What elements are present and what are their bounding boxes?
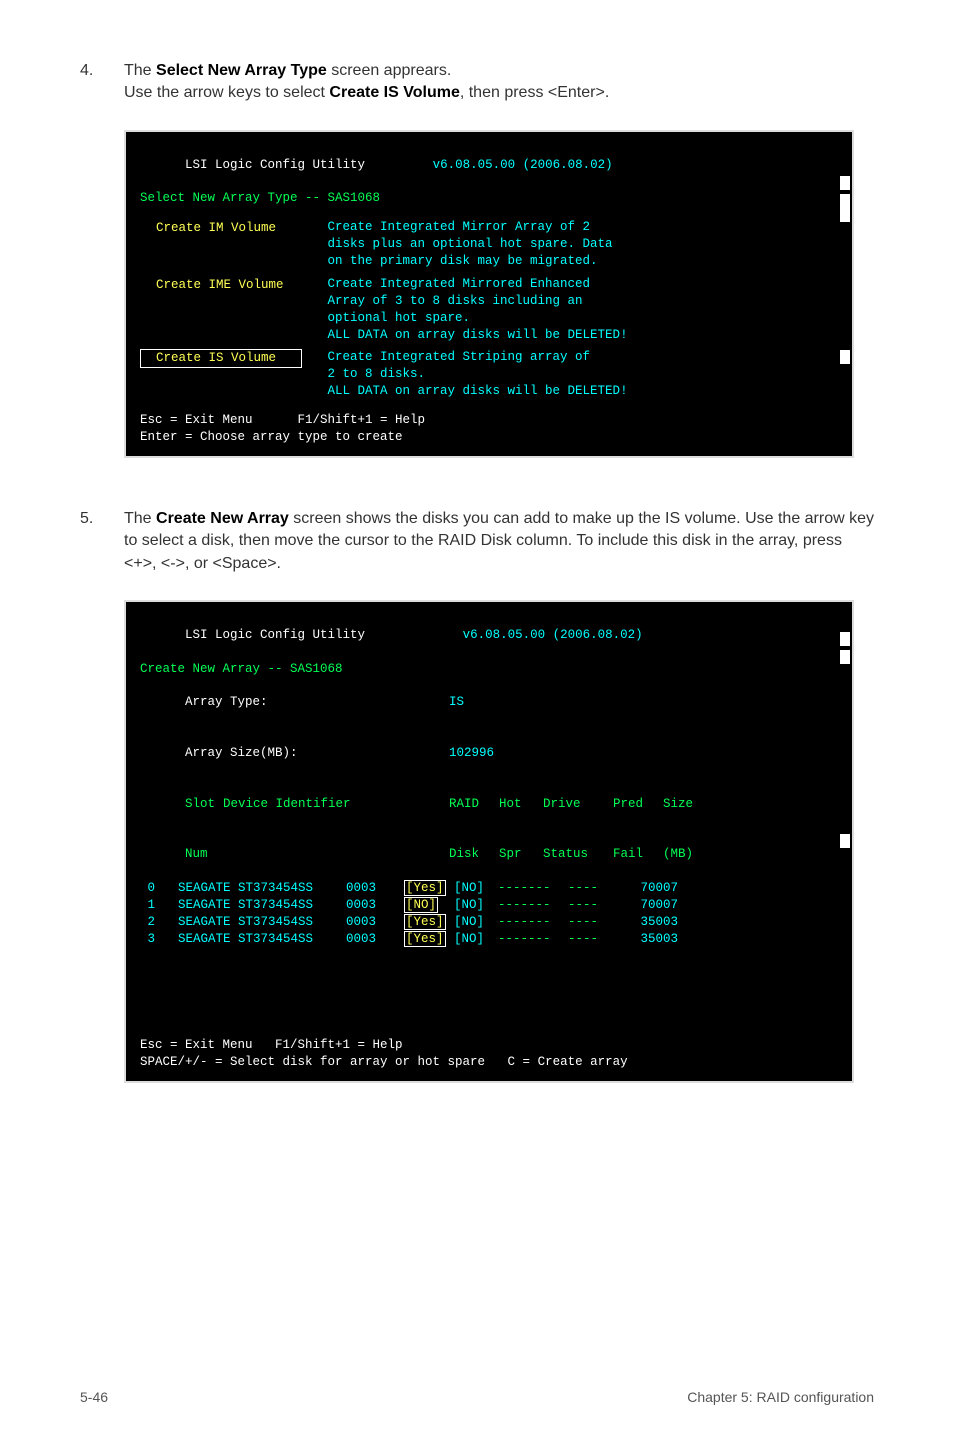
- step-number: 5.: [80, 508, 124, 575]
- table-row[interactable]: 2SEAGATE ST373454SS0003[Yes][NO]--------…: [140, 914, 838, 931]
- t: screen apprears.: [327, 62, 452, 79]
- menu-item-create-ime[interactable]: Create IME Volume: [140, 276, 302, 295]
- bold: Create IS Volume: [329, 84, 459, 101]
- raid-disk-cell[interactable]: [NO]: [404, 897, 438, 913]
- table-header: SlotDevice IdentifierRAIDHotDrivePredSiz…: [140, 779, 838, 830]
- array-size-label: Array Size(MB):: [185, 745, 449, 762]
- chapter-label: Chapter 5: RAID configuration: [687, 1388, 874, 1408]
- help-line: Enter = Choose array type to create: [140, 429, 838, 446]
- t: The: [124, 62, 156, 79]
- help-line: Esc = Exit Menu F1/Shift+1 = Help: [140, 1037, 838, 1054]
- bold: Select New Array Type: [156, 62, 327, 79]
- bios-screen-create-array: LSI Logic Config Utility v6.08.05.00 (20…: [124, 600, 854, 1083]
- menu-desc: Create Integrated Mirrored Enhanced Arra…: [328, 276, 628, 344]
- scroll-indicator: [840, 350, 850, 364]
- step-text: The Create New Array screen shows the di…: [124, 508, 874, 575]
- t: Use the arrow keys to select: [124, 84, 329, 101]
- bios-screen-array-type: LSI Logic Config Utility v6.08.05.00 (20…: [124, 130, 854, 458]
- screen-subtitle: Select New Array Type -- SAS1068: [140, 190, 838, 207]
- page-number: 5-46: [80, 1388, 108, 1408]
- step-text: The Select New Array Type screen apprear…: [124, 60, 874, 105]
- table-row[interactable]: 1SEAGATE ST373454SS0003[NO][NO]---------…: [140, 897, 838, 914]
- scroll-indicator: [840, 176, 850, 190]
- label: Create IS Volume: [156, 351, 276, 365]
- util-title: LSI Logic Config Utility: [185, 158, 365, 172]
- bold: Create New Array: [156, 510, 289, 527]
- t: , then press <Enter>.: [460, 84, 609, 101]
- scroll-indicator: [840, 194, 850, 222]
- scroll-indicator: [840, 834, 850, 848]
- array-type-label: Array Type:: [185, 694, 449, 711]
- raid-disk-cell[interactable]: [Yes]: [404, 931, 446, 947]
- help-line: Esc = Exit Menu F1/Shift+1 = Help: [140, 412, 838, 429]
- step-number: 4.: [80, 60, 124, 105]
- menu-item-create-is[interactable]: Create IS Volume: [140, 349, 302, 368]
- table-header: NumDiskSprStatusFail(MB): [140, 829, 838, 880]
- util-version: v6.08.05.00 (2006.08.02): [433, 158, 613, 172]
- label: Create IME Volume: [156, 278, 284, 292]
- table-row[interactable]: 3SEAGATE ST373454SS0003[Yes][NO]--------…: [140, 931, 838, 948]
- raid-disk-cell[interactable]: [Yes]: [404, 914, 446, 930]
- scroll-indicator: [840, 650, 850, 664]
- screen-subtitle: Create New Array -- SAS1068: [140, 661, 838, 678]
- raid-disk-cell[interactable]: [Yes]: [404, 880, 446, 896]
- array-size-value: 102996: [449, 746, 494, 760]
- array-type-value: IS: [449, 695, 464, 709]
- help-line: SPACE/+/- = Select disk for array or hot…: [140, 1054, 838, 1071]
- menu-item-create-im[interactable]: Create IM Volume: [140, 219, 302, 238]
- t: The: [124, 510, 156, 527]
- util-version: v6.08.05.00 (2006.08.02): [463, 628, 643, 642]
- label: Create IM Volume: [156, 221, 276, 235]
- menu-desc: Create Integrated Striping array of 2 to…: [328, 349, 628, 400]
- scroll-indicator: [840, 632, 850, 646]
- util-title: LSI Logic Config Utility: [185, 628, 365, 642]
- table-row[interactable]: 0SEAGATE ST373454SS0003[Yes][NO]--------…: [140, 880, 838, 897]
- menu-desc: Create Integrated Mirror Array of 2 disk…: [328, 219, 613, 270]
